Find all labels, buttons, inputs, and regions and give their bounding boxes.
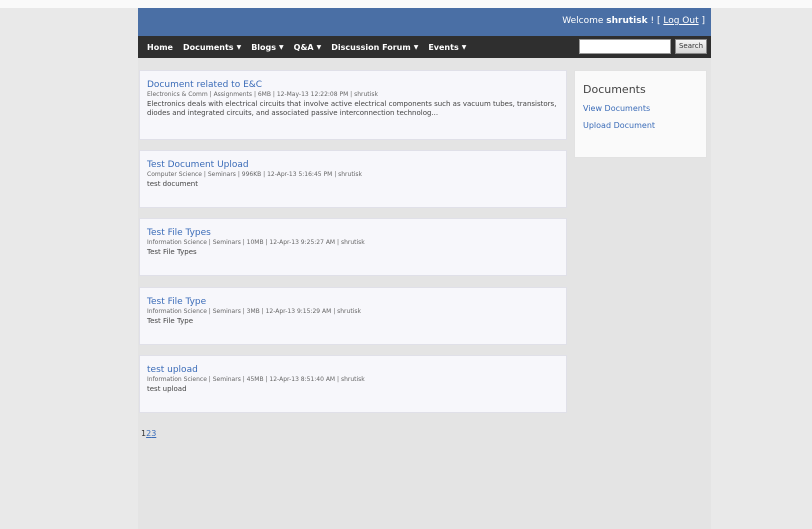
logout-link[interactable]: Log Out xyxy=(663,16,698,26)
nav-item-label: Blogs xyxy=(251,42,277,52)
welcome-text: Welcome shrutisk ! [ Log Out ] xyxy=(562,16,705,26)
document-card: Test File Types Information Science | Se… xyxy=(139,218,567,276)
nav-item-discussion-forum[interactable]: Discussion Forum ▼ xyxy=(326,43,423,52)
document-description: Electronics deals with electrical circui… xyxy=(147,100,557,117)
document-title-link[interactable]: Test File Types xyxy=(147,228,559,238)
bracket-open: ! [ xyxy=(650,16,661,26)
document-description: Test File Types xyxy=(147,248,197,256)
document-title-link[interactable]: Document related to E&C xyxy=(147,80,559,90)
chevron-down-icon: ▼ xyxy=(461,43,467,51)
welcome-label: Welcome xyxy=(562,16,604,26)
document-meta: Computer Science | Seminars | 996KB | 12… xyxy=(147,171,362,178)
document-description: Test File Type xyxy=(147,317,194,325)
document-title-link[interactable]: Test File Type xyxy=(147,297,559,307)
search-input[interactable] xyxy=(579,39,671,54)
nav-item-blogs[interactable]: Blogs ▼ xyxy=(246,43,288,52)
sidebar-title: Documents xyxy=(583,83,646,96)
view-documents-link[interactable]: View Documents xyxy=(583,104,698,113)
document-meta: Information Science | Seminars | 45MB | … xyxy=(147,376,365,383)
document-meta: Electronics & Comm | Assignments | 6MB |… xyxy=(147,91,378,98)
document-card: Test Document Upload Computer Science | … xyxy=(139,150,567,208)
nav-menu: Home Documents ▼ Blogs ▼ Q&A ▼ Discussio… xyxy=(142,36,471,58)
document-card: Test File Type Information Science | Sem… xyxy=(139,287,567,345)
nav-item-label: Q&A xyxy=(293,42,314,52)
page-3-link[interactable]: 3 xyxy=(151,429,156,438)
chevron-down-icon: ▼ xyxy=(236,43,242,51)
document-meta: Information Science | Seminars | 3MB | 1… xyxy=(147,308,361,315)
username: shrutisk xyxy=(606,16,648,26)
nav-item-label: Events xyxy=(428,42,459,52)
search-button[interactable]: Search xyxy=(675,39,707,54)
upload-document-link[interactable]: Upload Document xyxy=(583,121,698,130)
documents-sidebar: Documents View Documents Upload Document xyxy=(574,70,707,158)
chevron-down-icon: ▼ xyxy=(279,43,284,51)
document-card: test upload Information Science | Semina… xyxy=(139,355,567,413)
nav-item-label: Discussion Forum xyxy=(331,42,411,52)
bracket-close: ] xyxy=(701,16,705,26)
document-title-link[interactable]: test upload xyxy=(147,365,559,375)
header-bar: Welcome shrutisk ! [ Log Out ] xyxy=(138,8,711,36)
document-meta: Information Science | Seminars | 10MB | … xyxy=(147,239,365,246)
nav-item-events[interactable]: Events ▼ xyxy=(423,43,471,52)
document-description: test document xyxy=(147,180,198,188)
chevron-down-icon: ▼ xyxy=(413,43,419,51)
top-band xyxy=(0,0,812,8)
document-card: Document related to E&C Electronics & Co… xyxy=(139,70,567,140)
document-description: test upload xyxy=(147,385,187,393)
nav-item-qa[interactable]: Q&A ▼ xyxy=(289,43,327,52)
nav-item-label: Documents xyxy=(182,42,234,52)
chevron-down-icon: ▼ xyxy=(316,43,322,51)
nav-item-home[interactable]: Home xyxy=(142,43,178,52)
pagination: 123 xyxy=(141,429,156,438)
nav-bar: Home Documents ▼ Blogs ▼ Q&A ▼ Discussio… xyxy=(138,36,711,58)
nav-item-label: Home xyxy=(147,42,173,52)
document-title-link[interactable]: Test Document Upload xyxy=(147,160,559,170)
nav-item-documents[interactable]: Documents ▼ xyxy=(178,43,246,52)
